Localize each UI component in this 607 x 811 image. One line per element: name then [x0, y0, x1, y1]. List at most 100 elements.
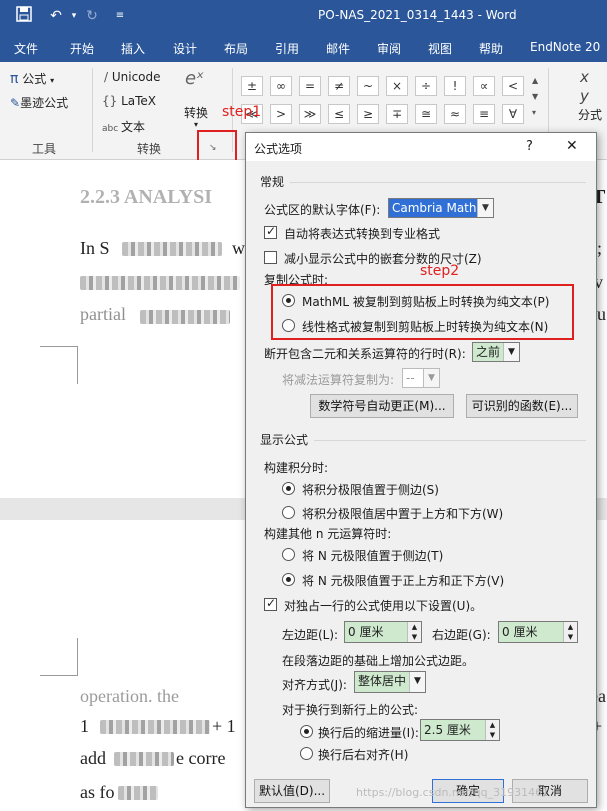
- paragraph-text: operation. the: [80, 686, 179, 706]
- symbol-identical[interactable]: ≡: [473, 104, 495, 124]
- spinner-arrows-icon[interactable]: ▲ ▼: [485, 720, 499, 740]
- chevron-down-icon: ▼: [503, 343, 519, 361]
- ink-formula-button[interactable]: ✎墨迹公式: [10, 94, 68, 111]
- wrap-indent-spinner[interactable]: 2.5 厘米 ▲ ▼: [420, 719, 500, 741]
- blurred-text: [114, 752, 174, 766]
- unicode-option[interactable]: / Unicode: [104, 70, 161, 84]
- convert-button[interactable]: 转换: [184, 104, 208, 121]
- symbols-scroll-up-icon[interactable]: ▲: [532, 76, 538, 85]
- tab-file[interactable]: 文件: [14, 40, 38, 57]
- symbol-greater-than[interactable]: >: [270, 104, 292, 124]
- formula-label: 公式: [22, 72, 47, 86]
- align-select[interactable]: 整体居中 ▼: [354, 671, 426, 693]
- symbol-times[interactable]: ×: [386, 76, 408, 96]
- section-heading: 2.2.3 ANALYSI: [80, 186, 213, 208]
- break-select[interactable]: 之前 ▼: [472, 342, 520, 362]
- symbol-less-than[interactable]: <: [502, 76, 524, 96]
- copy-linear-radio[interactable]: [282, 319, 295, 332]
- tab-mailings[interactable]: 邮件: [326, 40, 350, 57]
- save-icon[interactable]: [14, 6, 34, 26]
- symbol-minus-plus[interactable]: ∓: [386, 104, 408, 124]
- reduce-size-checkbox[interactable]: [264, 251, 277, 264]
- symbol-infinity[interactable]: ∞: [270, 76, 292, 96]
- latex-option[interactable]: {} LaTeX: [102, 94, 156, 108]
- tab-references[interactable]: 引用: [275, 40, 299, 57]
- wrap-indent-label: 换行后的缩进量(I):: [318, 726, 419, 740]
- symbol-proportional[interactable]: ∝: [473, 76, 495, 96]
- formula-button[interactable]: π 公式 ▾: [10, 70, 54, 87]
- page-corner-mark: [40, 638, 78, 676]
- symbol-not-equal[interactable]: ≠: [328, 76, 350, 96]
- fraction-icon-denominator: y: [580, 87, 589, 105]
- dialog-launcher-icon[interactable]: ↘: [209, 143, 217, 153]
- pi-icon: π: [10, 71, 19, 87]
- copy-mathml-radio[interactable]: [282, 294, 295, 307]
- nary-center-label: 将 N 元极限值置于正上方和正下方(V): [302, 574, 505, 588]
- tab-layout[interactable]: 布局: [224, 40, 248, 57]
- title-bar: ↶ ▾ ↻ ≡ PO-NAS_2021_0314_1443 - Word: [0, 0, 607, 32]
- auto-convert-checkbox[interactable]: [264, 224, 277, 239]
- close-icon[interactable]: ✕: [566, 138, 578, 154]
- symbols-scroll-down-icon[interactable]: ▼: [532, 92, 538, 101]
- undo-icon[interactable]: ↶: [46, 6, 66, 26]
- help-button[interactable]: ?: [526, 139, 533, 154]
- tab-view[interactable]: 视图: [428, 40, 452, 57]
- minus-select[interactable]: -- ▼: [402, 368, 440, 388]
- integral-center-radio[interactable]: [282, 506, 295, 519]
- nary-label: 构建其他 n 元运算符时:: [264, 527, 392, 541]
- wrap-indent-value: 2.5 厘米: [424, 723, 471, 737]
- paragraph-text: e corre: [176, 748, 226, 768]
- tab-help[interactable]: 帮助: [479, 40, 503, 57]
- right-margin-label: 右边距(G):: [432, 628, 491, 642]
- ink-icon: ✎: [10, 96, 21, 110]
- symbol-approx[interactable]: ≈: [444, 104, 466, 124]
- symbol-factorial[interactable]: !: [444, 76, 466, 96]
- symbol-congruent[interactable]: ≅: [415, 104, 437, 124]
- text-option[interactable]: abc 文本: [102, 118, 145, 135]
- convert-dropdown-icon[interactable]: ▾: [194, 120, 198, 129]
- symbol-less-equal[interactable]: ≤: [328, 104, 350, 124]
- tab-endnote[interactable]: EndNote 20: [530, 40, 600, 54]
- chevron-down-icon: ▼: [423, 369, 439, 387]
- autocorrect-button[interactable]: 数学符号自动更正(M)...: [310, 394, 454, 418]
- symbol-plus-minus[interactable]: ±: [241, 76, 263, 96]
- recognized-functions-button[interactable]: 可识别的函数(E)...: [466, 394, 578, 418]
- right-margin-spinner[interactable]: 0 厘米 ▲ ▼: [498, 621, 578, 643]
- customize-toolbar-icon[interactable]: ≡: [110, 6, 130, 26]
- abc-icon: abc: [102, 124, 122, 134]
- paragraph-text: + 1: [212, 716, 236, 736]
- step1-label: step1: [222, 104, 262, 120]
- redo-icon[interactable]: ↻: [82, 6, 102, 26]
- standalone-checkbox[interactable]: [264, 596, 277, 611]
- copy-linear-label: 线性格式被复制到剪贴板上时转换为纯文本(N): [302, 320, 549, 334]
- tab-review[interactable]: 审阅: [377, 40, 401, 57]
- fraction-button[interactable]: 分式: [578, 106, 602, 123]
- undo-dropdown-icon[interactable]: ▾: [64, 6, 84, 26]
- symbol-greater-equal[interactable]: ≥: [357, 104, 379, 124]
- spinner-arrows-icon[interactable]: ▲ ▼: [407, 622, 421, 642]
- default-font-select[interactable]: Cambria Math ▼: [388, 198, 494, 218]
- integral-side-radio[interactable]: [282, 482, 295, 495]
- symbols-more-icon[interactable]: ▾: [532, 108, 536, 117]
- spinner-arrows-icon[interactable]: ▲ ▼: [563, 622, 577, 642]
- section-divider: [290, 182, 586, 183]
- tab-insert[interactable]: 插入: [121, 40, 145, 57]
- group-tools-label: 工具: [32, 142, 57, 156]
- nary-center-radio[interactable]: [282, 573, 295, 586]
- wrap-right-label: 换行后右对齐(H): [318, 748, 409, 762]
- symbol-much-greater[interactable]: ≫: [299, 104, 321, 124]
- integral-label: 构建积分时:: [264, 461, 329, 475]
- margin-note: 在段落边距的基础上增加公式边距。: [282, 654, 475, 668]
- wrap-indent-radio[interactable]: [300, 725, 313, 738]
- default-button[interactable]: 默认值(D)...: [254, 779, 330, 803]
- symbol-equals[interactable]: =: [299, 76, 321, 96]
- symbol-tilde[interactable]: ~: [357, 76, 379, 96]
- ink-formula-label: 墨迹公式: [20, 96, 69, 110]
- nary-side-radio[interactable]: [282, 548, 295, 561]
- symbol-divide[interactable]: ÷: [415, 76, 437, 96]
- wrap-right-radio[interactable]: [300, 747, 313, 760]
- tab-home[interactable]: 开始: [70, 40, 94, 57]
- left-margin-spinner[interactable]: 0 厘米 ▲ ▼: [344, 621, 422, 643]
- tab-design[interactable]: 设计: [173, 40, 197, 57]
- symbol-for-all[interactable]: ∀: [502, 104, 524, 124]
